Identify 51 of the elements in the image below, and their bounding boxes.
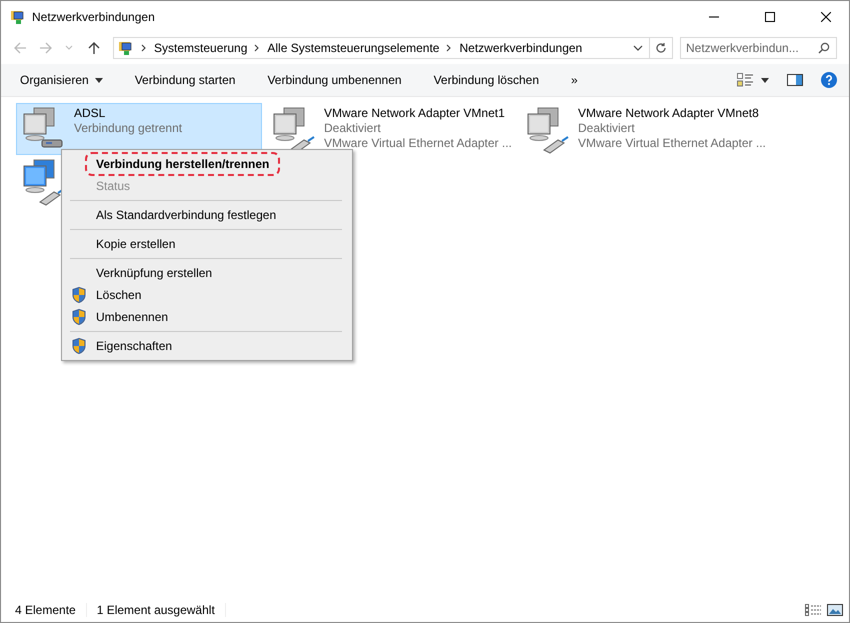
- chevron-down-icon[interactable]: [633, 44, 643, 52]
- chevron-right-icon: [254, 44, 260, 52]
- network-folder-icon: [10, 8, 26, 24]
- search-icon: [818, 42, 830, 54]
- network-folder-icon: [118, 40, 134, 56]
- connection-name: VMware Network Adapter VMnet8: [578, 106, 760, 121]
- caret-icon: [94, 78, 103, 82]
- menu-item[interactable]: Eigenschaften: [62, 335, 352, 357]
- connection-status: Verbindung getrennt: [74, 121, 182, 136]
- chevron-right-icon: [446, 44, 452, 52]
- menu-item[interactable]: Umbenennen: [62, 306, 352, 328]
- address-bar[interactable]: Systemsteuerung Alle Systemsteuerungselemente Netzwerkverbindungen: [113, 37, 673, 59]
- menu-item[interactable]: Löschen: [62, 284, 352, 306]
- item-count: 4 Elemente: [15, 603, 87, 617]
- toolbar-button[interactable]: Verbindung umbenennen: [256, 73, 413, 87]
- connection-name: VMware Network Adapter VMnet1: [324, 106, 506, 121]
- toolbar-button[interactable]: Verbindung starten: [124, 73, 246, 87]
- view-options-icon[interactable]: [737, 73, 753, 87]
- help-icon[interactable]: [821, 72, 837, 88]
- refresh-icon: [655, 42, 667, 54]
- connection-status: Deaktiviert: [578, 121, 636, 136]
- shield-icon: [72, 338, 86, 354]
- large-icons-view-icon[interactable]: [827, 604, 843, 616]
- breadcrumb[interactable]: Alle Systemsteuerungselemente: [267, 41, 440, 55]
- chevron-right-icon: [141, 44, 147, 52]
- menu-item[interactable]: Verknüpfung erstellen: [62, 262, 352, 284]
- menu-item[interactable]: Als Standardverbindung festlegen: [62, 204, 352, 226]
- close-icon[interactable]: [821, 12, 831, 22]
- organize-menu-button[interactable]: Organisieren: [9, 73, 114, 87]
- caret-icon[interactable]: [761, 78, 769, 82]
- shield-icon: [72, 287, 86, 303]
- search-field[interactable]: Netzwerkverbindun...: [680, 37, 837, 59]
- breadcrumb[interactable]: Systemsteuerung: [154, 41, 248, 55]
- connection-status: Deaktiviert: [324, 121, 382, 136]
- details-view-icon[interactable]: [805, 604, 821, 616]
- selection-count: 1 Element ausgewählt: [96, 603, 226, 617]
- menu-item[interactable]: Kopie erstellen: [62, 233, 352, 255]
- window-title: Netzwerkverbindungen: [32, 10, 155, 24]
- selected-connection[interactable]: ADSL Verbindung getrennt: [16, 103, 262, 155]
- menu-item[interactable]: Verbindung herstellen/trennen: [62, 153, 352, 175]
- connection-item[interactable]: VMware Network Adapter VMnet8 Deaktiviert VMware Virtual Ethernet Adapter ...: [520, 103, 770, 155]
- shield-icon: [72, 309, 86, 325]
- maximize-icon[interactable]: [765, 12, 775, 22]
- adapter-name: VMware Virtual Ethernet Adapter ...: [578, 136, 766, 151]
- up-icon[interactable]: [87, 41, 101, 55]
- toolbar-button[interactable]: Verbindung löschen: [422, 73, 550, 87]
- connection-name: ADSL: [74, 106, 106, 121]
- breadcrumb[interactable]: Netzwerkverbindungen: [459, 41, 582, 55]
- preview-pane-icon[interactable]: [787, 74, 803, 86]
- toolbar-button[interactable]: »: [560, 73, 589, 87]
- adapter-name: VMware Virtual Ethernet Adapter ...: [324, 136, 512, 151]
